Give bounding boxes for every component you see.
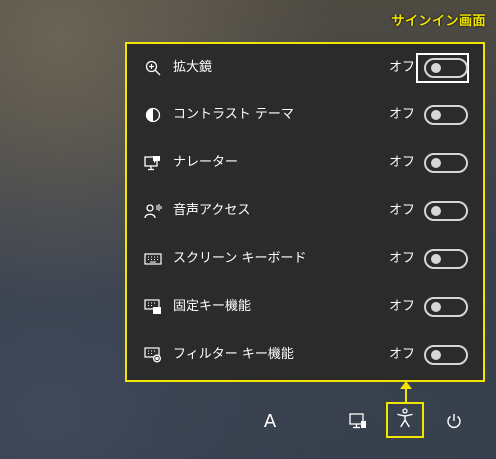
row-magnifier[interactable]: 拡大鏡 オフ bbox=[127, 44, 483, 92]
voice-access-icon bbox=[143, 202, 163, 220]
row-state-contrast-theme: オフ bbox=[389, 107, 416, 122]
contrast-icon bbox=[143, 106, 163, 124]
toggle-knob bbox=[431, 110, 441, 120]
row-state-magnifier: オフ bbox=[389, 60, 416, 75]
row-onscreen-keyboard[interactable]: スクリーン キーボード オフ bbox=[127, 235, 483, 283]
language-button[interactable]: A bbox=[258, 406, 282, 436]
row-state-onscreen-keyboard: オフ bbox=[389, 251, 416, 266]
row-contrast-theme[interactable]: コントラスト テーマ オフ bbox=[127, 91, 483, 139]
toggle-voice-access[interactable] bbox=[424, 201, 468, 221]
row-state-filter-keys: オフ bbox=[389, 347, 416, 362]
toggle-narrator[interactable] bbox=[424, 153, 468, 173]
narrator-icon bbox=[143, 154, 163, 172]
row-narrator[interactable]: ナレーター オフ bbox=[127, 139, 483, 187]
row-filter-keys[interactable]: フィルター キー機能 オフ bbox=[127, 331, 483, 379]
toggle-knob bbox=[431, 350, 441, 360]
toggle-knob bbox=[431, 206, 441, 216]
filter-keys-icon bbox=[143, 346, 163, 364]
keyboard-icon bbox=[143, 250, 163, 268]
row-label-voice-access: 音声アクセス bbox=[173, 203, 251, 218]
network-icon[interactable] bbox=[346, 408, 370, 434]
toggle-knob bbox=[431, 158, 441, 168]
row-state-narrator: オフ bbox=[389, 155, 416, 170]
toggle-onscreen-keyboard[interactable] bbox=[424, 249, 468, 269]
row-label-narrator: ナレーター bbox=[173, 155, 239, 170]
toggle-magnifier[interactable] bbox=[424, 58, 468, 78]
row-state-sticky-keys: オフ bbox=[389, 299, 416, 314]
toggle-sticky-keys[interactable] bbox=[424, 297, 468, 317]
toggle-knob bbox=[431, 302, 441, 312]
row-label-magnifier: 拡大鏡 bbox=[173, 60, 213, 75]
toggle-knob bbox=[431, 254, 441, 264]
row-sticky-keys[interactable]: 固定キー機能 オフ bbox=[127, 283, 483, 331]
row-label-onscreen-keyboard: スクリーン キーボード bbox=[173, 251, 307, 266]
row-state-voice-access: オフ bbox=[389, 203, 416, 218]
row-label-filter-keys: フィルター キー機能 bbox=[173, 347, 294, 362]
toggle-filter-keys[interactable] bbox=[424, 345, 468, 365]
row-label-sticky-keys: 固定キー機能 bbox=[173, 299, 252, 314]
sticky-keys-icon bbox=[143, 298, 163, 316]
accessibility-button[interactable] bbox=[386, 402, 424, 438]
toggle-knob bbox=[431, 63, 441, 73]
row-voice-access[interactable]: 音声アクセス オフ bbox=[127, 187, 483, 235]
row-label-contrast-theme: コントラスト テーマ bbox=[173, 107, 294, 122]
accessibility-icon bbox=[396, 408, 414, 432]
power-icon[interactable] bbox=[442, 408, 466, 434]
magnifier-icon bbox=[143, 59, 163, 77]
pointer-arrow-line bbox=[405, 384, 407, 402]
toggle-contrast-theme[interactable] bbox=[424, 105, 468, 125]
caption-label: サインイン画面 bbox=[391, 14, 486, 29]
accessibility-flyout: 拡大鏡 オフ コントラスト テーマ オフ ナレーター オフ 音声アクセス オフ … bbox=[125, 42, 485, 382]
